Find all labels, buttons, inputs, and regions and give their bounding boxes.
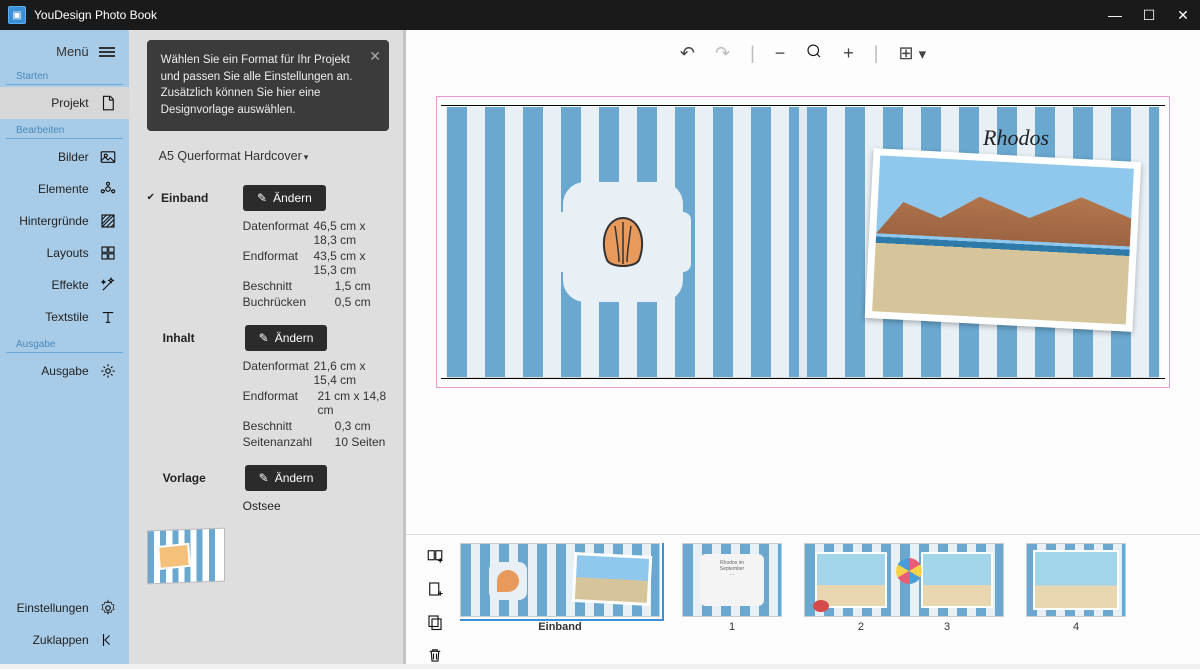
hint-box: ✕ Wählen Sie ein Format für Ihr Projekt … — [147, 40, 389, 131]
einband-label: Einband — [161, 191, 243, 205]
book-spine[interactable] — [799, 107, 807, 377]
add-page-icon[interactable] — [426, 580, 444, 603]
section-bearbeiten: Bearbeiten — [6, 123, 123, 139]
sidebar-item-ausgabe[interactable]: Ausgabe — [0, 355, 129, 387]
thumb-page-1[interactable]: Rhodos imSeptember··· — [682, 543, 782, 617]
book-cover[interactable]: Rhodos — [447, 107, 1159, 377]
titlebar: ▣ YouDesign Photo Book — ☐ ✕ — [0, 0, 1200, 30]
sidebar-item-projekt[interactable]: Projekt — [0, 87, 129, 119]
thumb-label: 3 — [944, 621, 950, 633]
shell-frame[interactable] — [563, 182, 683, 302]
undo-icon[interactable]: ↶ — [676, 41, 699, 66]
thumb-label: 2 — [858, 621, 864, 633]
pencil-icon: ✎ — [259, 471, 269, 485]
thumb-label: 4 — [1073, 621, 1079, 633]
sidebar-item-zuklappen[interactable]: Zuklappen — [0, 624, 129, 656]
page-tools — [420, 543, 450, 660]
hatch-icon — [99, 212, 117, 230]
minimize-icon[interactable]: — — [1106, 7, 1124, 24]
document-icon — [99, 94, 117, 112]
inhalt-label: Inhalt — [163, 331, 245, 345]
menu-button[interactable]: Menü — [0, 38, 129, 65]
zoom-in-icon[interactable]: + — [839, 41, 858, 66]
collapse-icon — [99, 631, 117, 649]
canvas-toolbar: ↶ ↷ | − + | ⊞ ▾ — [406, 30, 1200, 76]
format-dropdown[interactable]: A5 Querformat Hardcover▾ — [147, 143, 389, 177]
close-icon[interactable]: ✕ — [1174, 7, 1192, 24]
grid-icon — [99, 244, 117, 262]
zoom-fit-icon[interactable] — [801, 40, 827, 67]
vorlage-label: Vorlage — [163, 471, 245, 485]
vorlage-name: Ostsee — [243, 499, 389, 513]
page-thumbnails[interactable]: Einband Rhodos imSeptember··· 1 — [460, 543, 1186, 660]
app-title: YouDesign Photo Book — [34, 8, 1106, 22]
vorlage-change-button[interactable]: ✎Ändern — [245, 465, 328, 491]
zoom-out-icon[interactable]: − — [771, 41, 790, 66]
cover-title[interactable]: Rhodos — [983, 125, 1049, 151]
thumb-einband[interactable] — [460, 543, 660, 617]
inhalt-change-button[interactable]: ✎Ändern — [245, 325, 328, 351]
cover-photo[interactable] — [865, 148, 1142, 332]
thumb-label: Einband — [538, 621, 581, 633]
sidebar: Menü Starten Projekt Bearbeiten Bilder E… — [0, 30, 129, 664]
duplicate-page-icon[interactable] — [426, 613, 444, 636]
pencil-icon: ✎ — [257, 191, 267, 205]
thumb-page-4[interactable] — [1026, 543, 1126, 617]
maximize-icon[interactable]: ☐ — [1140, 7, 1158, 24]
canvas[interactable]: Rhodos — [406, 76, 1200, 534]
einband-checkbox[interactable]: ✔ — [147, 192, 155, 203]
gear-icon — [99, 599, 117, 617]
template-thumbnail[interactable] — [147, 527, 225, 584]
menu-label: Menü — [56, 44, 89, 59]
canvas-area: ↶ ↷ | − + | ⊞ ▾ — [403, 30, 1200, 664]
page-strip: Einband Rhodos imSeptember··· 1 — [406, 534, 1200, 664]
inhalt-props: Datenformat21,6 cm x 15,4 cm Endformat21… — [243, 359, 389, 449]
wand-icon — [99, 276, 117, 294]
hint-close-icon[interactable]: ✕ — [369, 46, 381, 66]
pencil-icon: ✎ — [259, 331, 269, 345]
image-icon — [99, 148, 117, 166]
sidebar-item-hintergruende[interactable]: Hintergründe — [0, 205, 129, 237]
front-cover[interactable]: Rhodos — [807, 107, 1159, 377]
hint-text: Wählen Sie ein Format für Ihr Projekt un… — [161, 54, 353, 116]
thumb-page-2-3[interactable] — [804, 543, 1004, 617]
sidebar-item-bilder[interactable]: Bilder — [0, 141, 129, 173]
add-spread-icon[interactable] — [426, 547, 444, 570]
back-cover[interactable] — [447, 107, 799, 377]
sidebar-item-layouts[interactable]: Layouts — [0, 237, 129, 269]
shapes-icon — [99, 180, 117, 198]
properties-panel: ✕ Wählen Sie ein Format für Ihr Projekt … — [129, 30, 403, 664]
hamburger-icon — [99, 45, 115, 59]
cover-bleed-outline: Rhodos — [436, 96, 1170, 388]
thumb-label: 1 — [729, 621, 735, 633]
sidebar-item-einstellungen[interactable]: Einstellungen — [0, 592, 129, 624]
grid-toggle-icon[interactable]: ⊞ ▾ — [894, 41, 930, 66]
redo-icon[interactable]: ↷ — [711, 41, 734, 66]
section-ausgabe: Ausgabe — [6, 337, 123, 353]
einband-props: Datenformat46,5 cm x 18,3 cm Endformat43… — [243, 219, 389, 309]
delete-page-icon[interactable] — [426, 646, 444, 669]
einband-change-button[interactable]: ✎Ändern — [243, 185, 326, 211]
sidebar-item-textstile[interactable]: Textstile — [0, 301, 129, 333]
text-icon — [99, 308, 117, 326]
section-starten: Starten — [6, 69, 123, 85]
shell-icon — [591, 210, 655, 274]
sidebar-item-elemente[interactable]: Elemente — [0, 173, 129, 205]
chevron-down-icon: ▾ — [304, 152, 309, 162]
sidebar-item-effekte[interactable]: Effekte — [0, 269, 129, 301]
export-icon — [99, 362, 117, 380]
app-icon: ▣ — [8, 6, 26, 24]
